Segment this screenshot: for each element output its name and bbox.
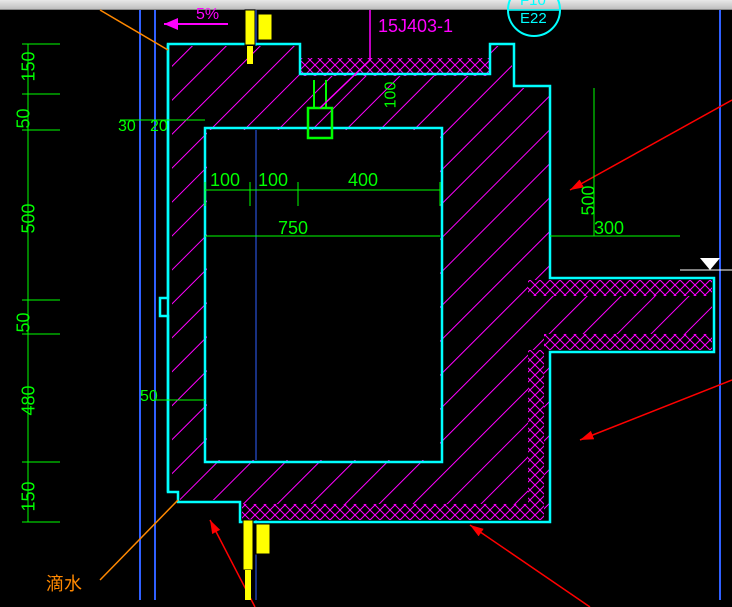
dim-30: 30 — [118, 118, 136, 136]
dim-480: 480 — [19, 385, 40, 415]
doc-ref: 15J403-1 — [378, 16, 453, 37]
drip-label: 滴水 — [46, 570, 82, 596]
slope-arrow-head — [164, 18, 178, 30]
dim-150t: 150 — [19, 51, 40, 81]
leader-top-left — [100, 10, 168, 50]
dim-50b: 50 — [14, 312, 35, 332]
left-face — [160, 44, 168, 492]
dim-r100: 100 — [382, 82, 400, 109]
bubble-top: F10 — [520, 0, 546, 9]
red-leader-2 — [580, 380, 732, 440]
dim-50in: 50 — [140, 388, 158, 406]
red-leader-3 — [470, 525, 590, 607]
insulation-bottom — [242, 504, 544, 520]
dim-top-ticks — [205, 182, 440, 206]
dim-500: 500 — [19, 203, 40, 233]
dim-100b: 100 — [258, 170, 288, 191]
elevation-triangle — [700, 258, 720, 270]
dim-400: 400 — [348, 170, 378, 191]
dim-150b: 150 — [19, 481, 40, 511]
drawing-canvas[interactable] — [0, 0, 732, 607]
dim-100a: 100 — [210, 170, 240, 191]
dim-r500: 500 — [579, 185, 600, 215]
dim-50a: 50 — [14, 108, 35, 128]
inner-outline — [205, 128, 442, 462]
dim-20: 20 — [150, 118, 168, 136]
dim-750: 750 — [278, 218, 308, 239]
slope-label: 5% — [196, 6, 219, 24]
dim-300: 300 — [594, 218, 624, 239]
bubble-bottom: E22 — [520, 10, 547, 27]
